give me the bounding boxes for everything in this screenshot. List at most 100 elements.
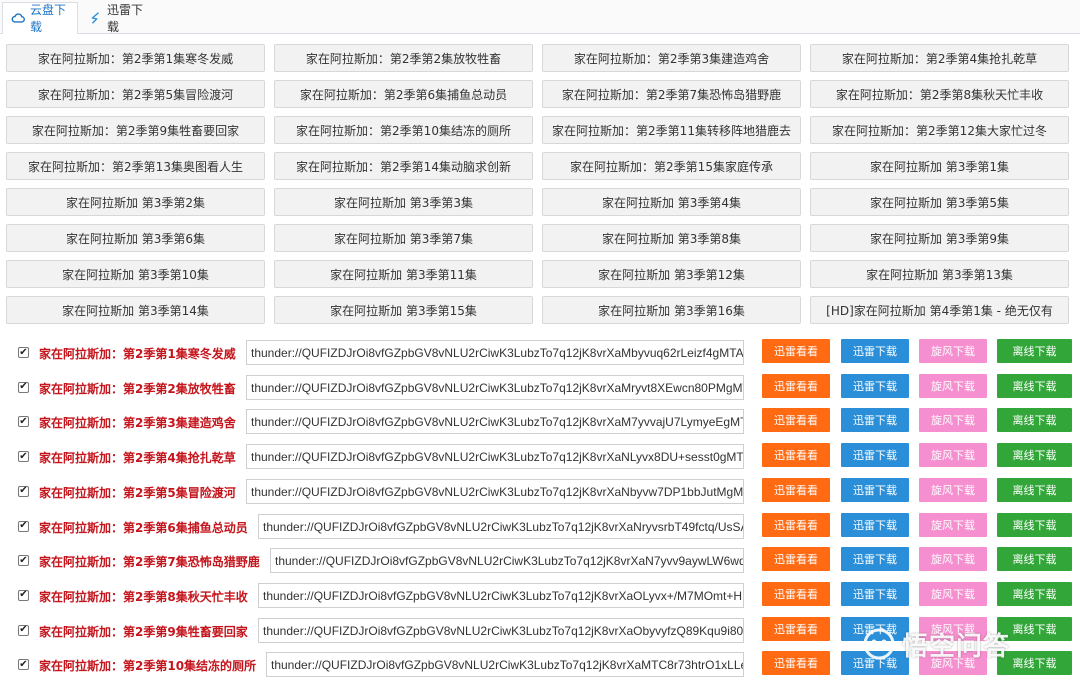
xunlei-watch-button[interactable]: 迅雷看看 <box>762 616 830 641</box>
episode-name: 家在阿拉斯加：第2季第2集放牧牲畜 <box>39 381 236 396</box>
row-checkbox[interactable]: ✔ <box>18 416 29 428</box>
xunlei-watch-button[interactable]: 迅雷看看 <box>762 408 830 433</box>
xuanfeng-download-button[interactable]: 旋风下载 <box>919 616 987 641</box>
xunlei-watch-button[interactable]: 迅雷看看 <box>762 373 830 398</box>
episode-button[interactable]: 家在阿拉斯加：第2季第4集抢扎乾草 <box>810 44 1069 72</box>
episode-button[interactable]: 家在阿拉斯加：第2季第9集牲畜要回家 <box>6 116 265 144</box>
xunlei-download-button[interactable]: 迅雷下载 <box>841 547 909 572</box>
xunlei-watch-button[interactable]: 迅雷看看 <box>762 547 830 572</box>
offline-download-button[interactable]: 离线下载 <box>997 477 1072 502</box>
episode-button[interactable]: 家在阿拉斯加：第2季第11集转移阵地猎鹿去 <box>542 116 801 144</box>
offline-download-button[interactable]: 离线下载 <box>997 339 1072 363</box>
episode-button[interactable]: 家在阿拉斯加 第3季第1集 <box>810 152 1069 180</box>
episode-button[interactable]: 家在阿拉斯加：第2季第10集结冻的厕所 <box>274 116 533 144</box>
download-row: ✔ 家在阿拉斯加：第2季第10集结冻的厕所 thunder://QUFIZDJrOi… <box>0 648 1080 681</box>
episode-button[interactable]: 家在阿拉斯加 第3季第4集 <box>542 188 801 216</box>
episode-button[interactable]: 家在阿拉斯加：第2季第8集秋天忙丰收 <box>810 80 1069 108</box>
xunlei-download-button[interactable]: 迅雷下载 <box>841 651 909 676</box>
offline-download-button[interactable]: 离线下载 <box>997 373 1072 398</box>
download-row: ✔ 家在阿拉斯加：第2季第2集放牧牲畜 thunder://QUFIZDJrOi8v… <box>0 371 1080 405</box>
row-checkbox[interactable]: ✔ <box>18 624 29 636</box>
row-checkbox[interactable]: ✔ <box>18 347 29 358</box>
xuanfeng-download-button[interactable]: 旋风下载 <box>919 512 987 537</box>
offline-download-button[interactable]: 离线下载 <box>997 616 1072 641</box>
episode-button[interactable]: 家在阿拉斯加 第3季第11集 <box>274 260 533 288</box>
xunlei-watch-button[interactable]: 迅雷看看 <box>762 339 830 363</box>
xunlei-download-button[interactable]: 迅雷下载 <box>841 512 909 537</box>
xunlei-download-button[interactable]: 迅雷下载 <box>841 477 909 502</box>
xuanfeng-download-button[interactable]: 旋风下载 <box>919 651 987 676</box>
thunder-link-field[interactable]: thunder://QUFIZDJrOi8vfGZpbGV8vNLU2rCiwK… <box>246 444 744 470</box>
thunder-link-field[interactable]: thunder://QUFIZDJrOi8vfGZpbGV8vNLU2rCiwK… <box>246 409 744 435</box>
episode-button[interactable]: 家在阿拉斯加：第2季第5集冒险渡河 <box>6 80 265 108</box>
thunder-link-field[interactable]: thunder://QUFIZDJrOi8vfGZpbGV8vNLU2rCiwK… <box>246 340 744 365</box>
tab-label: 迅雷下载 <box>107 3 144 34</box>
row-checkbox[interactable]: ✔ <box>18 451 29 463</box>
episode-button[interactable]: 家在阿拉斯加 第3季第2集 <box>6 188 265 216</box>
xuanfeng-download-button[interactable]: 旋风下载 <box>919 477 987 502</box>
episode-button[interactable]: 家在阿拉斯加 第3季第14集 <box>6 296 265 324</box>
episode-button[interactable]: 家在阿拉斯加：第2季第1集寒冬发威 <box>6 44 265 72</box>
xunlei-download-button[interactable]: 迅雷下载 <box>841 443 909 468</box>
episode-button[interactable]: [HD]家在阿拉斯加 第4季第1集 - 绝无仅有 <box>810 296 1069 324</box>
xunlei-watch-button[interactable]: 迅雷看看 <box>762 581 830 606</box>
episode-button[interactable]: 家在阿拉斯加 第3季第12集 <box>542 260 801 288</box>
episode-button[interactable]: 家在阿拉斯加 第3季第13集 <box>810 260 1069 288</box>
xunlei-watch-button[interactable]: 迅雷看看 <box>762 477 830 502</box>
xuanfeng-download-button[interactable]: 旋风下载 <box>919 339 987 363</box>
xunlei-download-button[interactable]: 迅雷下载 <box>841 408 909 433</box>
thunder-link-field[interactable]: thunder://QUFIZDJrOi8vfGZpbGV8vNLU2rCiwK… <box>246 478 744 504</box>
thunder-link-field[interactable]: thunder://QUFIZDJrOi8vfGZpbGV8vNLU2rCiwK… <box>266 652 744 678</box>
episode-button[interactable]: 家在阿拉斯加 第3季第3集 <box>274 188 533 216</box>
episode-button[interactable]: 家在阿拉斯加 第3季第5集 <box>810 188 1069 216</box>
offline-download-button[interactable]: 离线下载 <box>997 408 1072 433</box>
episode-button[interactable]: 家在阿拉斯加：第2季第6集捕鱼总动员 <box>274 80 533 108</box>
offline-download-button[interactable]: 离线下载 <box>997 547 1072 572</box>
xunlei-watch-button[interactable]: 迅雷看看 <box>762 651 830 676</box>
episode-button[interactable]: 家在阿拉斯加 第3季第16集 <box>542 296 801 324</box>
tab-thunder-download[interactable]: 迅雷下载 <box>80 2 160 34</box>
row-checkbox[interactable]: ✔ <box>18 520 29 532</box>
episode-button[interactable]: 家在阿拉斯加：第2季第14集动脑求创新 <box>274 152 533 180</box>
row-checkbox[interactable]: ✔ <box>18 589 29 601</box>
episode-button[interactable]: 家在阿拉斯加 第3季第8集 <box>542 224 801 252</box>
episode-button[interactable]: 家在阿拉斯加 第3季第15集 <box>274 296 533 324</box>
thunder-link-field[interactable]: thunder://QUFIZDJrOi8vfGZpbGV8vNLU2rCiwK… <box>246 374 744 400</box>
episode-button[interactable]: 家在阿拉斯加：第2季第13集奥图看人生 <box>6 152 265 180</box>
row-checkbox[interactable]: ✔ <box>18 659 29 671</box>
offline-download-button[interactable]: 离线下载 <box>997 581 1072 606</box>
xuanfeng-download-button[interactable]: 旋风下载 <box>919 443 987 468</box>
episode-button[interactable]: 家在阿拉斯加：第2季第3集建造鸡舍 <box>542 44 801 72</box>
row-checkbox[interactable]: ✔ <box>18 485 29 497</box>
xunlei-download-button[interactable]: 迅雷下载 <box>841 616 909 641</box>
xunlei-download-button[interactable]: 迅雷下载 <box>841 581 909 606</box>
xuanfeng-download-button[interactable]: 旋风下载 <box>919 408 987 433</box>
xunlei-download-button[interactable]: 迅雷下载 <box>841 373 909 398</box>
offline-download-button[interactable]: 离线下载 <box>997 512 1072 537</box>
episode-button[interactable]: 家在阿拉斯加 第3季第9集 <box>810 224 1069 252</box>
thunder-link-field[interactable]: thunder://QUFIZDJrOi8vfGZpbGV8vNLU2rCiwK… <box>258 513 744 539</box>
episode-button[interactable]: 家在阿拉斯加：第2季第15集家庭传承 <box>542 152 801 180</box>
episode-name: 家在阿拉斯加：第2季第6集捕鱼总动员 <box>39 520 248 535</box>
offline-download-button[interactable]: 离线下载 <box>997 443 1072 468</box>
thunder-link-field[interactable]: thunder://QUFIZDJrOi8vfGZpbGV8vNLU2rCiwK… <box>258 582 744 608</box>
thunder-link-field[interactable]: thunder://QUFIZDJrOi8vfGZpbGV8vNLU2rCiwK… <box>270 548 744 574</box>
episode-button[interactable]: 家在阿拉斯加 第3季第7集 <box>274 224 533 252</box>
row-checkbox[interactable]: ✔ <box>18 555 29 567</box>
episode-button[interactable]: 家在阿拉斯加 第3季第10集 <box>6 260 265 288</box>
xunlei-download-button[interactable]: 迅雷下载 <box>841 339 909 363</box>
episode-button[interactable]: 家在阿拉斯加 第3季第6集 <box>6 224 265 252</box>
xuanfeng-download-button[interactable]: 旋风下载 <box>919 581 987 606</box>
download-row: ✔ 家在阿拉斯加：第2季第4集抢扎乾草 thunder://QUFIZDJrOi8v… <box>0 440 1080 474</box>
tab-cloud-download[interactable]: 云盘下载 <box>2 2 78 34</box>
xuanfeng-download-button[interactable]: 旋风下载 <box>919 373 987 398</box>
xunlei-watch-button[interactable]: 迅雷看看 <box>762 512 830 537</box>
xunlei-watch-button[interactable]: 迅雷看看 <box>762 443 830 468</box>
episode-button[interactable]: 家在阿拉斯加：第2季第12集大家忙过冬 <box>810 116 1069 144</box>
thunder-link-field[interactable]: thunder://QUFIZDJrOi8vfGZpbGV8vNLU2rCiwK… <box>258 617 744 643</box>
row-checkbox[interactable]: ✔ <box>18 381 29 393</box>
xuanfeng-download-button[interactable]: 旋风下载 <box>919 547 987 572</box>
offline-download-button[interactable]: 离线下载 <box>997 651 1072 676</box>
episode-button[interactable]: 家在阿拉斯加：第2季第7集恐怖岛猎野鹿 <box>542 80 801 108</box>
episode-button[interactable]: 家在阿拉斯加：第2季第2集放牧牲畜 <box>274 44 533 72</box>
